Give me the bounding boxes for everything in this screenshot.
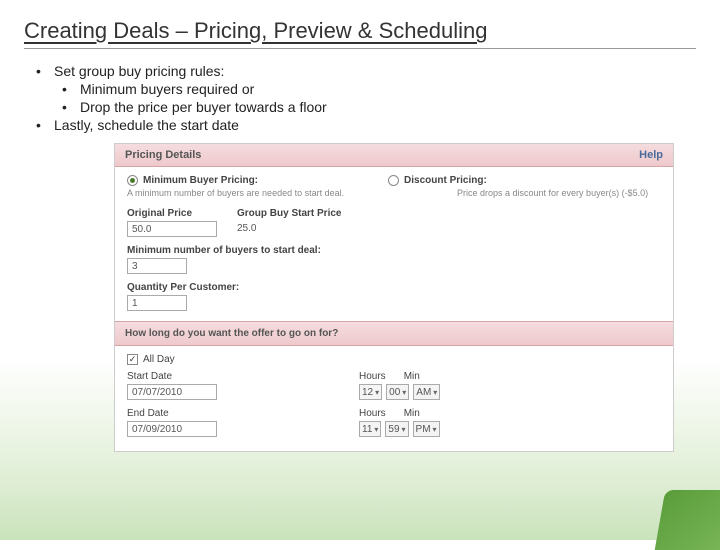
min-buyers-input[interactable]: 3 <box>127 258 187 274</box>
desc-discount: Price drops a discount for every buyer(s… <box>457 188 648 198</box>
min-label: Min <box>404 371 420 382</box>
start-min-select[interactable]: 00▾ <box>386 384 409 400</box>
pricing-header-title: Pricing Details <box>125 149 201 161</box>
schedule-header: How long do you want the offer to go on … <box>115 321 673 346</box>
allday-label: All Day <box>143 354 175 365</box>
start-ampm-select[interactable]: AM▾ <box>413 384 440 400</box>
hours-label: Hours <box>359 371 386 382</box>
bullet-2: Lastly, schedule the start date <box>54 117 239 133</box>
qty-label: Quantity Per Customer: <box>127 282 661 293</box>
radio-icon <box>127 175 138 186</box>
min-buyers-label: Minimum number of buyers to start deal: <box>127 245 661 256</box>
bullet-1b: Drop the price per buyer towards a floor <box>80 99 327 115</box>
original-price-input[interactable]: 50.0 <box>127 221 217 237</box>
desc-min-buyer: A minimum number of buyers are needed to… <box>127 188 357 198</box>
min-label-2: Min <box>404 408 420 419</box>
radio-discount[interactable]: Discount Pricing: <box>388 175 487 186</box>
start-date-label: Start Date <box>127 371 217 382</box>
groupbuy-price-value: 25.0 <box>237 221 341 236</box>
allday-checkbox[interactable]: ✓ <box>127 354 138 365</box>
pricing-header: Pricing Details Help <box>115 144 673 167</box>
start-date-input[interactable]: 07/07/2010 <box>127 384 217 400</box>
slide-content: Creating Deals – Pricing, Preview & Sche… <box>0 0 720 470</box>
radio-discount-label: Discount Pricing: <box>404 175 487 186</box>
hours-label-2: Hours <box>359 408 386 419</box>
qty-input[interactable]: 1 <box>127 295 187 311</box>
radio-min-buyer[interactable]: Minimum Buyer Pricing: <box>127 175 258 186</box>
end-min-select[interactable]: 59▾ <box>385 421 408 437</box>
radio-min-buyer-label: Minimum Buyer Pricing: <box>143 175 258 186</box>
end-date-input[interactable]: 07/09/2010 <box>127 421 217 437</box>
form-screenshot: Pricing Details Help Minimum Buyer Prici… <box>114 143 674 452</box>
groupbuy-price-label: Group Buy Start Price <box>237 208 341 219</box>
bullet-list: •Set group buy pricing rules: •Minimum b… <box>36 63 696 133</box>
end-ampm-select[interactable]: PM▾ <box>413 421 440 437</box>
start-hours-select[interactable]: 12▾ <box>359 384 382 400</box>
end-hours-select[interactable]: 11▾ <box>359 421 381 437</box>
radio-icon <box>388 175 399 186</box>
original-price-label: Original Price <box>127 208 217 219</box>
page-title: Creating Deals – Pricing, Preview & Sche… <box>24 18 696 49</box>
bullet-1a: Minimum buyers required or <box>80 81 254 97</box>
bullet-1: Set group buy pricing rules: <box>54 63 224 79</box>
end-date-label: End Date <box>127 408 217 419</box>
help-link[interactable]: Help <box>639 149 663 161</box>
